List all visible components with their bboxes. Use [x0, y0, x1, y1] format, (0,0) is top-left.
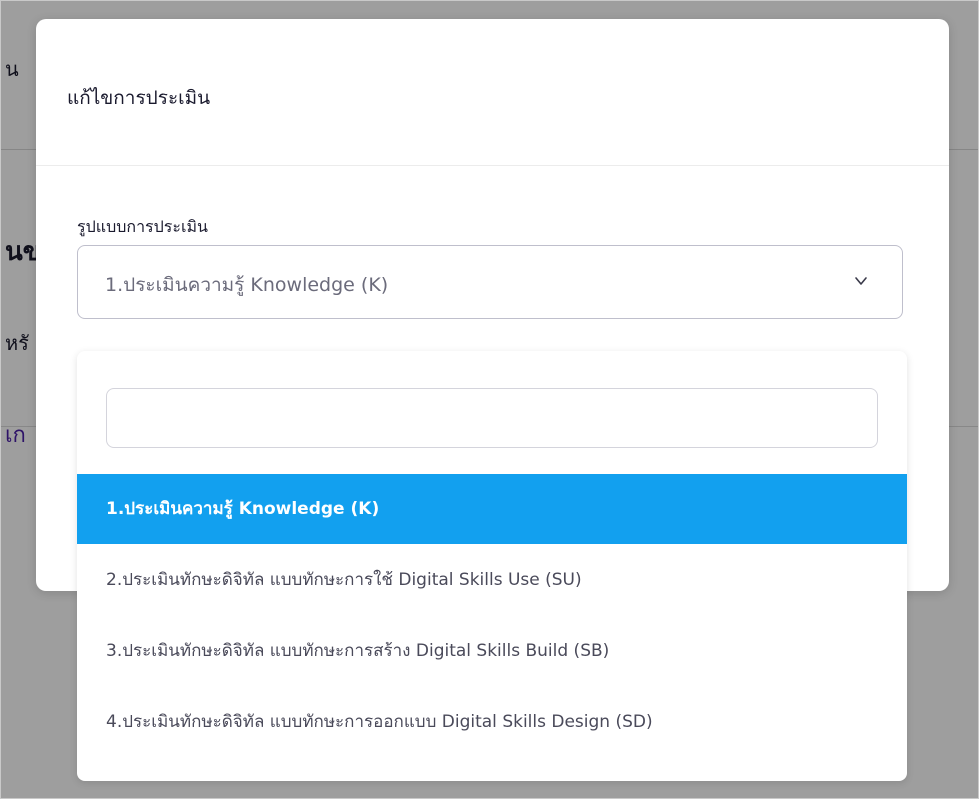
chevron-down-icon	[855, 277, 867, 285]
assessment-type-dropdown: 1.ประเมินความรู้ Knowledge (K) 2.ประเมิน…	[77, 351, 907, 781]
dropdown-search-input[interactable]	[106, 388, 878, 448]
select-current-value: 1.ประเมินความรู้ Knowledge (K)	[105, 274, 389, 296]
modal-header-divider	[36, 165, 949, 166]
modal-title: แก้ไขการประเมิน	[67, 87, 211, 109]
assessment-type-select[interactable]: 1.ประเมินความรู้ Knowledge (K)	[77, 245, 903, 319]
dropdown-option-knowledge[interactable]: 1.ประเมินความรู้ Knowledge (K)	[77, 474, 907, 544]
dropdown-option-skills-design[interactable]: 4.ประเมินทักษะดิจิทัล แบบทักษะการออกแบบ …	[77, 687, 907, 757]
dropdown-option-skills-build[interactable]: 3.ประเมินทักษะดิจิทัล แบบทักษะการสร้าง D…	[77, 616, 907, 686]
app-frame: น นข หรั เก แก้ไขการประเมิน รูปแบบการประ…	[0, 0, 979, 799]
dropdown-option-skills-use[interactable]: 2.ประเมินทักษะดิจิทัล แบบทักษะการใช้ Dig…	[77, 545, 907, 615]
assessment-type-label: รูปแบบการประเมิน	[77, 217, 208, 236]
